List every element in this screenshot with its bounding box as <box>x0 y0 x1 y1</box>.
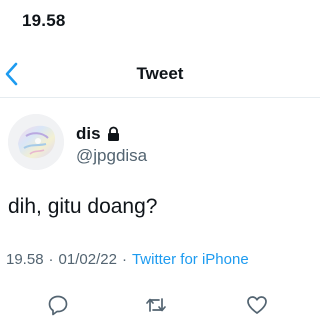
like-icon[interactable] <box>246 294 268 316</box>
display-name: dis <box>76 124 101 143</box>
reply-icon[interactable] <box>47 294 69 316</box>
status-bar-time: 19.58 <box>22 11 66 30</box>
page-title: Tweet <box>136 64 184 83</box>
author-name-row[interactable]: dis <box>76 124 121 144</box>
tweet-text: dih, gitu doang? <box>8 195 158 218</box>
avatar[interactable] <box>8 114 64 170</box>
header-divider <box>0 97 320 98</box>
tweet-time: 19.58 <box>6 251 44 268</box>
tweet-date: 01/02/22 <box>58 251 117 268</box>
tweet-detail-screen: 19.58 Tweet dis @jpgdisa dih, gitu doang… <box>0 0 320 320</box>
avatar-image <box>8 114 64 170</box>
tweet-action-bar <box>0 290 320 320</box>
meta-separator: · <box>121 251 127 268</box>
retweet-icon[interactable] <box>145 294 167 316</box>
meta-separator: · <box>48 251 54 268</box>
tweet-source-link[interactable]: Twitter for iPhone <box>132 251 249 268</box>
tweet-metadata: 19.58 · 01/02/22 · Twitter for iPhone <box>6 251 249 268</box>
author-handle[interactable]: @jpgdisa <box>76 146 147 166</box>
navigation-bar: Tweet <box>0 56 320 96</box>
lock-icon <box>107 126 119 141</box>
